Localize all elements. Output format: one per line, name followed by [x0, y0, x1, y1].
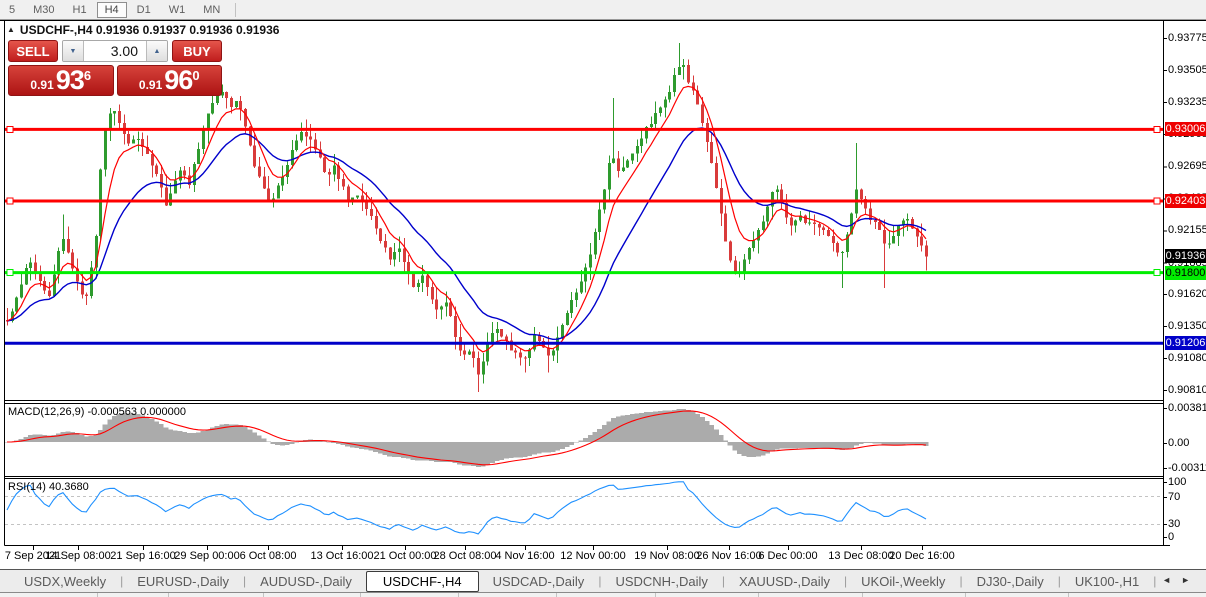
date-axis-label: 14 Sep 08:00	[45, 550, 110, 562]
sell-price-tile[interactable]: 0.91 93 6	[8, 65, 114, 96]
price-axis-tick: 0.92155	[1168, 224, 1206, 236]
price-badge-0.91800: 0.91800	[1165, 266, 1206, 280]
chart-tab-eurusd-daily[interactable]: EURUSD-,Daily	[123, 572, 243, 591]
price-badge-0.91936: 0.91936	[1165, 249, 1206, 263]
timeframe-button-h1[interactable]: H1	[65, 2, 95, 18]
price-badge-0.92403: 0.92403	[1165, 194, 1206, 208]
price-axis-tick: 0.90810	[1168, 384, 1206, 396]
buy-price-sup: 0	[192, 69, 199, 82]
buy-price-small: 0.91	[139, 79, 162, 91]
macd-axis-tick: -0.003115	[1168, 462, 1206, 474]
volume-increase-icon[interactable]: ▲	[146, 41, 167, 61]
buy-price-big: 96	[164, 67, 192, 94]
panel-column-separator	[862, 593, 863, 597]
price-badge-0.93006: 0.93006	[1165, 122, 1206, 136]
date-axis-label: 21 Oct 00:00	[374, 550, 437, 562]
chart-tab-usdcad-daily[interactable]: USDCAD-,Daily	[479, 572, 599, 591]
tab-scroll-left-icon[interactable]: ◄	[1162, 575, 1181, 585]
rsi-axis-tick: 30	[1168, 518, 1206, 530]
timeframe-button-mn[interactable]: MN	[195, 2, 228, 18]
chart-tab-usdx-weekly[interactable]: USDX,Weekly	[10, 572, 120, 591]
one-click-trade-panel: SELL ▼ 3.00 ▲ BUY 0.91 93 6 0.91 96 0	[8, 40, 222, 96]
chart-tab-ukoil-weekly[interactable]: UKOil-,Weekly	[847, 572, 959, 591]
timeframe-button-d1[interactable]: D1	[129, 2, 159, 18]
panel-column-separator	[556, 593, 557, 597]
date-axis-label: 29 Sep 00:00	[174, 550, 239, 562]
terminal-panel-edge	[0, 592, 1206, 597]
panel-column-separator	[1068, 593, 1069, 597]
sell-price-sup: 6	[84, 69, 91, 82]
volume-field[interactable]: 3.00	[84, 41, 146, 61]
chart-title-text: USDCHF-,H4 0.91936 0.91937 0.91936 0.919…	[20, 23, 280, 37]
buy-price-tile[interactable]: 0.91 96 0	[117, 65, 223, 96]
chart-title: ▲ USDCHF-,H4 0.91936 0.91937 0.91936 0.9…	[7, 23, 279, 37]
date-axis-label: 20 Dec 16:00	[889, 550, 954, 562]
sell-button[interactable]: SELL	[8, 40, 58, 62]
symbol-tabbar: USDX,Weekly|EURUSD-,Daily|AUDUSD-,DailyU…	[0, 569, 1206, 592]
panel-column-separator	[965, 593, 966, 597]
buy-button[interactable]: BUY	[172, 40, 222, 62]
date-axis-label: 6 Oct 08:00	[240, 550, 297, 562]
toolbar-separator	[235, 3, 236, 17]
mt4-terminal: 5M30H1H4D1W1MN ▲ USDCHF-,H4 0.91936 0.91…	[0, 0, 1206, 597]
date-axis-label: 6 Dec 00:00	[758, 550, 817, 562]
panel-column-separator	[168, 593, 169, 597]
timeframe-button-5[interactable]: 5	[1, 2, 23, 18]
chart-tab-uk100-h1[interactable]: UK100-,H1	[1061, 572, 1153, 591]
chart-tab-dj30-daily[interactable]: DJ30-,Daily	[963, 572, 1058, 591]
price-axis-tick: 0.91350	[1168, 320, 1206, 332]
volume-stepper: ▼ 3.00 ▲	[62, 40, 168, 62]
chart-tab-usdchf-h4[interactable]: USDCHF-,H4	[366, 571, 479, 592]
sell-price-big: 93	[56, 67, 84, 94]
date-axis-label: 28 Oct 08:00	[434, 550, 497, 562]
date-axis-label: 13 Dec 08:00	[828, 550, 893, 562]
price-axis-tick: 0.93505	[1168, 64, 1206, 76]
panel-column-separator	[655, 593, 656, 597]
date-axis-label: 13 Oct 16:00	[311, 550, 374, 562]
tab-separator: |	[1153, 574, 1156, 588]
rsi-axis-tick: 70	[1168, 491, 1206, 503]
tab-scroll-arrows[interactable]: ◄►	[1162, 575, 1200, 585]
panel-column-separator	[263, 593, 264, 597]
chart-tab-usdcnh-daily[interactable]: USDCNH-,Daily	[601, 572, 721, 591]
price-axis-tick: 0.91080	[1168, 352, 1206, 364]
panel-column-separator	[458, 593, 459, 597]
oneclick-collapse-icon[interactable]: ▲	[7, 25, 15, 34]
sell-price-small: 0.91	[30, 79, 53, 91]
price-axis-tick: 0.93775	[1168, 32, 1206, 44]
panel-column-separator	[360, 593, 361, 597]
chart-tab-audusd-daily[interactable]: AUDUSD-,Daily	[246, 572, 366, 591]
volume-decrease-icon[interactable]: ▼	[63, 41, 84, 61]
macd-axis-tick: 0.003811	[1168, 402, 1206, 414]
timeframe-button-m30[interactable]: M30	[25, 2, 62, 18]
tab-scroll-right-icon[interactable]: ►	[1181, 575, 1200, 585]
date-axis-label: 21 Sep 16:00	[110, 550, 175, 562]
date-axis-label: 19 Nov 08:00	[634, 550, 699, 562]
timeframe-toolbar: 5M30H1H4D1W1MN	[0, 0, 1206, 20]
macd-label: MACD(12,26,9) -0.000563 0.000000	[8, 406, 186, 418]
price-axis-tick: 0.91620	[1168, 288, 1206, 300]
timeframe-button-h4[interactable]: H4	[97, 2, 127, 18]
macd-axis-tick: 0.00	[1168, 437, 1206, 449]
price-axis-tick: 0.93235	[1168, 96, 1206, 108]
date-axis-label: 4 Nov 16:00	[495, 550, 554, 562]
timeframe-button-w1[interactable]: W1	[161, 2, 194, 18]
date-axis-label: 26 Nov 16:00	[696, 550, 761, 562]
panel-column-separator	[97, 593, 98, 597]
rsi-label: RSI(14) 40.3680	[8, 481, 89, 493]
panel-column-separator	[758, 593, 759, 597]
rsi-axis-tick: 0	[1168, 531, 1206, 543]
price-badge-0.91206: 0.91206	[1165, 336, 1206, 350]
rsi-axis-tick: 100	[1168, 476, 1206, 488]
chart-tab-xauusd-daily[interactable]: XAUUSD-,Daily	[725, 572, 844, 591]
price-axis-tick: 0.92695	[1168, 160, 1206, 172]
date-axis-label: 12 Nov 00:00	[560, 550, 625, 562]
